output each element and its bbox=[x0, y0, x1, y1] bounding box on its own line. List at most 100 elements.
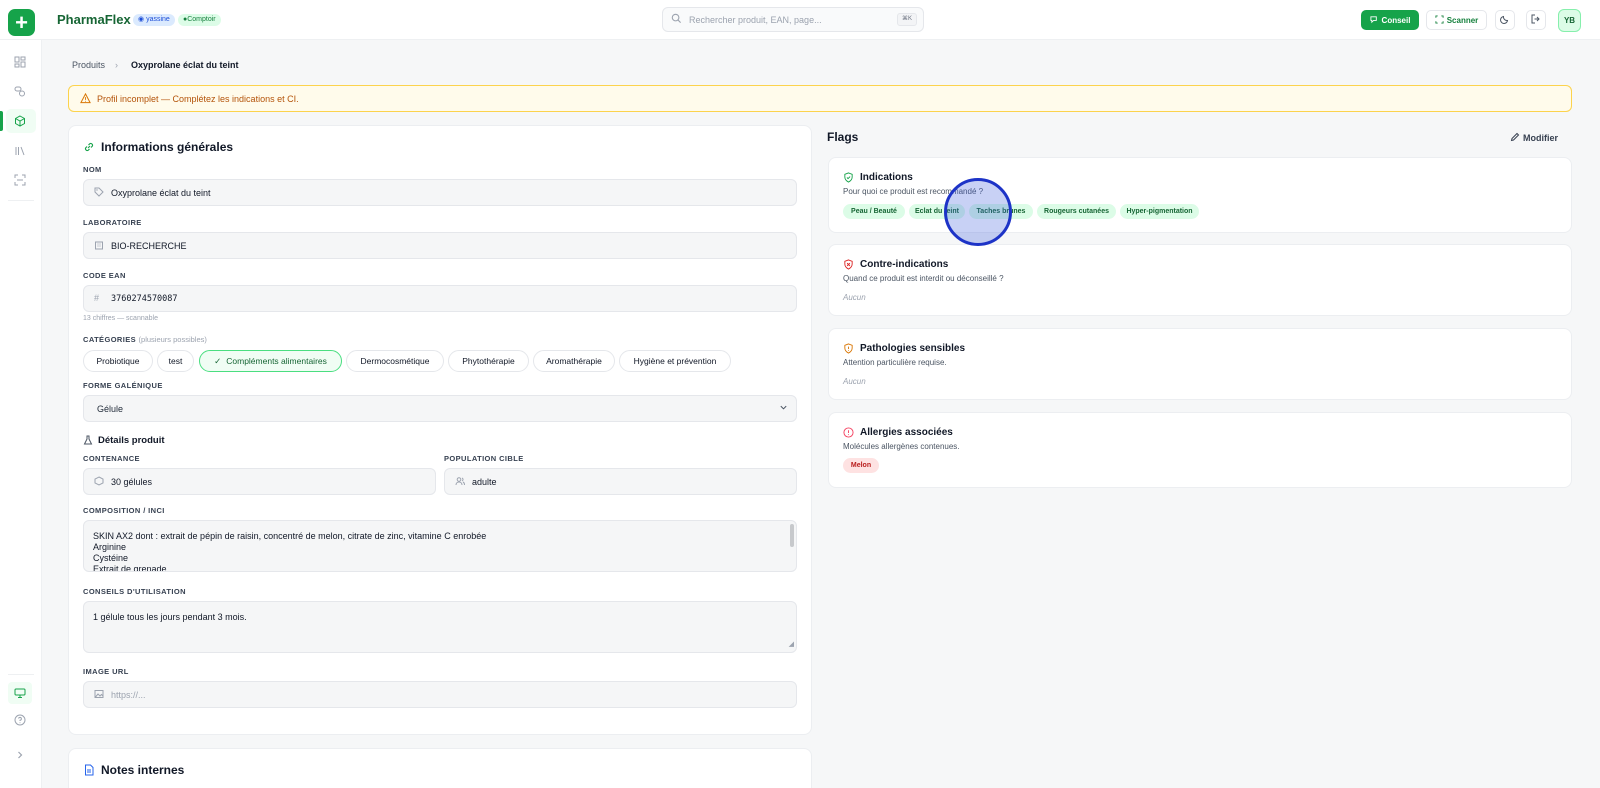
pathologies-title: Pathologies sensibles bbox=[860, 343, 966, 354]
contre-desc: Quand ce produit est interdit ou déconse… bbox=[843, 274, 1004, 283]
moon-icon bbox=[1500, 14, 1510, 27]
scan-icon[interactable] bbox=[12, 172, 28, 188]
library-icon[interactable] bbox=[12, 143, 28, 159]
composition-textarea[interactable]: SKIN AX2 dont : extrait de pépin de rais… bbox=[83, 520, 797, 572]
chat-icon bbox=[1369, 15, 1379, 26]
alert-text: Profil incomplet — Complétez les indicat… bbox=[97, 94, 299, 104]
user-icon: ◉ bbox=[138, 16, 145, 23]
theme-toggle-button[interactable] bbox=[1495, 10, 1515, 30]
image-url-label: IMAGE URL bbox=[83, 667, 129, 676]
scanner-button[interactable]: Scanner bbox=[1426, 10, 1487, 30]
resize-handle-icon[interactable]: ◢ bbox=[789, 639, 794, 650]
avatar[interactable]: YB bbox=[1558, 9, 1581, 32]
contre-indications-card: Contre-indications Quand ce produit est … bbox=[828, 244, 1572, 316]
contenance-field[interactable]: 30 gélules bbox=[83, 468, 436, 495]
breadcrumb-produits[interactable]: Produits bbox=[72, 60, 105, 70]
forme-select[interactable]: Gélule bbox=[83, 395, 797, 422]
category-chip-phytotherapie[interactable]: Phytothérapie bbox=[448, 350, 529, 372]
help-icon[interactable] bbox=[12, 712, 28, 728]
nom-value: Oxyprolane éclat du teint bbox=[111, 188, 211, 198]
allergy-tag[interactable]: Melon bbox=[843, 458, 879, 473]
flags-title: Flags bbox=[827, 130, 859, 144]
general-info-title: Informations générales bbox=[101, 140, 234, 154]
indication-tag[interactable]: Hyper-pigmentation bbox=[1120, 204, 1199, 219]
scanner-label: Scanner bbox=[1446, 15, 1479, 25]
brand-name: PharmaFlex bbox=[57, 12, 131, 27]
conseils-label: CONSEILS D'UTILISATION bbox=[83, 587, 186, 596]
category-chip-aromatherapie[interactable]: Aromathérapie bbox=[533, 350, 615, 372]
ean-value: 3760274570087 bbox=[111, 294, 178, 304]
top-bar: + PharmaFlex ◉ yassine ●Comptoir ⌘K Cons… bbox=[0, 0, 1600, 40]
pathologies-desc: Attention particulière requise. bbox=[843, 358, 947, 367]
breadcrumb-current: Oxyprolane éclat du teint bbox=[131, 60, 239, 70]
conseil-button[interactable]: Conseil bbox=[1361, 10, 1419, 30]
building-icon bbox=[94, 240, 104, 252]
tag-icon bbox=[94, 187, 104, 199]
box-icon bbox=[94, 476, 104, 488]
nom-field[interactable]: Oxyprolane éclat du teint bbox=[83, 179, 797, 206]
scrollbar-thumb[interactable] bbox=[790, 524, 794, 547]
categories-sub: (plusieurs possibles) bbox=[138, 335, 207, 344]
sidebar-divider bbox=[8, 674, 34, 675]
population-label: POPULATION CIBLE bbox=[444, 454, 524, 463]
composition-line: SKIN AX2 dont : extrait de pépin de rais… bbox=[93, 531, 487, 541]
category-chip-complements[interactable]: ✓ Compléments alimentaires bbox=[199, 350, 342, 372]
category-chip-test[interactable]: test bbox=[157, 350, 194, 372]
package-icon[interactable] bbox=[12, 113, 28, 129]
dashboard-icon[interactable] bbox=[12, 54, 28, 70]
active-indicator bbox=[0, 111, 3, 131]
modifier-label: Modifier bbox=[1523, 133, 1558, 143]
category-chip-probiotique[interactable]: Probiotique bbox=[83, 350, 153, 372]
contre-empty: Aucun bbox=[843, 293, 866, 302]
sidebar bbox=[0, 40, 42, 788]
search-icon bbox=[671, 13, 682, 27]
image-url-field[interactable]: https://... bbox=[83, 681, 797, 708]
conseil-label: Conseil bbox=[1381, 15, 1411, 25]
contenance-label: CONTENANCE bbox=[83, 454, 140, 463]
logo-plus-icon[interactable]: + bbox=[8, 9, 35, 36]
pills-icon[interactable] bbox=[12, 83, 28, 99]
category-chip-hygiene[interactable]: Hygiène et prévention bbox=[619, 350, 731, 372]
shield-alert-icon bbox=[843, 343, 854, 357]
monitor-icon[interactable] bbox=[8, 682, 32, 704]
indication-tag[interactable]: Rougeurs cutanées bbox=[1037, 204, 1116, 219]
chevron-right-icon[interactable] bbox=[12, 747, 28, 763]
population-field[interactable]: adulte bbox=[444, 468, 797, 495]
forme-value: Gélule bbox=[97, 404, 124, 414]
logout-icon bbox=[1531, 14, 1541, 27]
warning-icon bbox=[80, 92, 91, 106]
notes-title: Notes internes bbox=[101, 763, 185, 777]
search-input[interactable] bbox=[689, 11, 889, 28]
population-value: adulte bbox=[472, 477, 497, 487]
indication-tag[interactable]: Peau / Beauté bbox=[843, 204, 905, 219]
composition-label: COMPOSITION / INCI bbox=[83, 506, 165, 515]
pencil-icon bbox=[1510, 132, 1520, 144]
global-search[interactable]: ⌘K bbox=[662, 7, 924, 32]
flask-icon bbox=[83, 434, 93, 448]
modifier-button[interactable]: Modifier bbox=[1510, 132, 1558, 144]
conseils-value: 1 gélule tous les jours pendant 3 mois. bbox=[93, 612, 247, 622]
composition-line: Extrait de grenade bbox=[93, 564, 167, 572]
category-chip-dermocosmetique[interactable]: Dermocosmétique bbox=[346, 350, 444, 372]
check-icon: ✓ bbox=[214, 355, 222, 366]
users-icon bbox=[455, 476, 465, 488]
mode-badge: ●Comptoir bbox=[178, 14, 221, 26]
composition-line: Cystéine bbox=[93, 553, 129, 563]
contre-title: Contre-indications bbox=[860, 259, 949, 270]
conseils-textarea[interactable]: 1 gélule tous les jours pendant 3 mois. … bbox=[83, 601, 797, 653]
scan-icon bbox=[1435, 14, 1444, 26]
pathologies-empty: Aucun bbox=[843, 377, 866, 386]
logout-button[interactable] bbox=[1526, 10, 1546, 30]
category-chip-label: Compléments alimentaires bbox=[226, 356, 327, 366]
nom-label: NOM bbox=[83, 165, 102, 174]
search-shortcut: ⌘K bbox=[896, 13, 917, 26]
ean-field[interactable]: # 3760274570087 bbox=[83, 285, 797, 312]
shield-x-icon bbox=[843, 259, 854, 273]
shield-check-icon bbox=[843, 172, 854, 186]
image-url-placeholder: https://... bbox=[111, 690, 146, 700]
categories-label-text: CATÉGORIES bbox=[83, 335, 137, 344]
composition-line: Arginine bbox=[93, 542, 127, 552]
labo-field[interactable]: BIO-RECHERCHE bbox=[83, 232, 797, 259]
categories-label: CATÉGORIES (plusieurs possibles) bbox=[83, 335, 207, 344]
document-icon bbox=[83, 764, 95, 779]
